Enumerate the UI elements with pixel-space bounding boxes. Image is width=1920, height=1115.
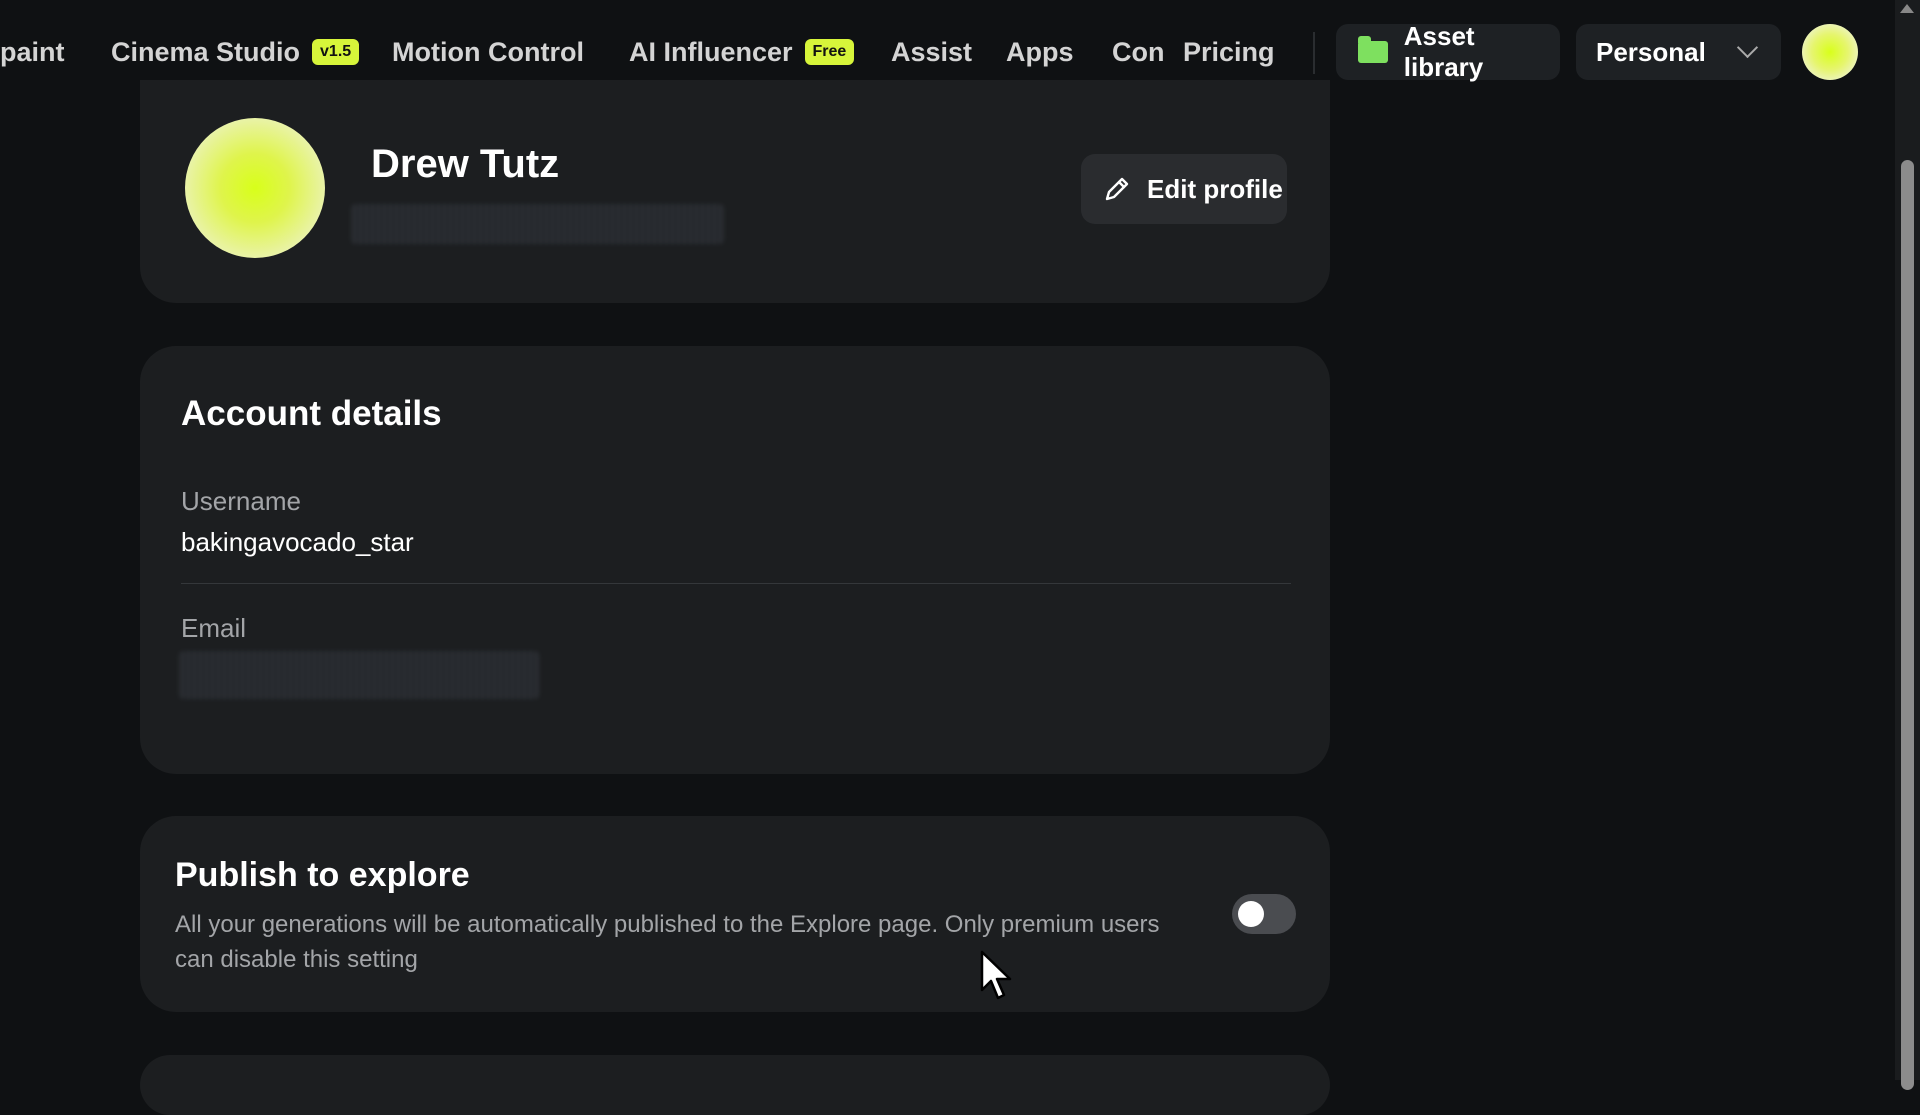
nav-item-cinema-studio[interactable]: Cinema Studio v1.5	[111, 28, 360, 76]
blurred-email-value	[178, 651, 540, 699]
edit-profile-button[interactable]: Edit profile	[1081, 154, 1287, 224]
nav-item-label: Assist	[891, 37, 973, 67]
profile-card: Drew Tutz Edit profile	[140, 80, 1330, 303]
publish-title: Publish to explore	[175, 856, 470, 894]
nav-item-apps[interactable]: Apps	[1006, 28, 1074, 76]
nav-item-motion-control[interactable]: Motion Control	[392, 28, 584, 76]
workspace-label: Personal	[1596, 36, 1706, 67]
email-label: Email	[181, 613, 247, 643]
nav-item-label: Motion Control	[392, 37, 584, 67]
blurred-subtitle	[350, 204, 725, 244]
username-label: Username	[181, 486, 301, 516]
nav-item-inpaint[interactable]: paint	[0, 28, 65, 76]
vertical-scrollbar[interactable]	[1895, 0, 1920, 1090]
nav-item-pricing[interactable]: Pricing	[1183, 28, 1275, 76]
edit-profile-label: Edit profile	[1147, 173, 1283, 204]
toggle-knob	[1238, 901, 1264, 927]
nav-item-label: Pricing	[1183, 37, 1275, 67]
version-badge: v1.5	[312, 39, 360, 65]
nav-item-label: Apps	[1006, 37, 1074, 67]
nav-item-label: paint	[0, 37, 65, 67]
scroll-thumb[interactable]	[1901, 160, 1914, 1090]
divider	[181, 583, 1291, 584]
nav-item-ai-influencer[interactable]: AI Influencer Free	[629, 28, 855, 76]
publish-description: All your generations will be automatical…	[175, 911, 1160, 973]
profile-avatar	[185, 118, 325, 258]
publish-to-explore-card: Publish to explore All your generations …	[140, 816, 1330, 1012]
nav-item-community[interactable]: Con	[1112, 28, 1163, 76]
pencil-icon	[1105, 177, 1129, 201]
nav-item-assist[interactable]: Assist	[891, 28, 972, 76]
profile-name: Drew Tutz	[371, 142, 560, 186]
user-avatar[interactable]	[1802, 24, 1858, 80]
account-details-card: Account details Username bakingavocado_s…	[140, 346, 1330, 774]
nav-item-label: Con	[1112, 37, 1163, 67]
folder-icon	[1358, 36, 1388, 63]
chevron-down-icon	[1736, 36, 1759, 59]
publish-toggle[interactable]	[1232, 894, 1296, 934]
mouse-cursor-icon	[980, 950, 1012, 1000]
next-settings-card	[140, 1055, 1330, 1115]
workspace-selector[interactable]: Personal	[1576, 24, 1781, 80]
username-value: bakingavocado_star	[181, 527, 414, 557]
scroll-up-arrow-icon[interactable]	[1900, 4, 1914, 13]
section-title: Account details	[181, 394, 442, 433]
nav-item-label: AI Influencer	[629, 37, 793, 67]
asset-library-label: Asset library	[1403, 21, 1484, 82]
free-badge: Free	[804, 39, 855, 65]
nav-divider	[1313, 32, 1315, 74]
asset-library-button[interactable]: Asset library	[1336, 21, 1560, 82]
nav-item-label: Cinema Studio	[111, 37, 301, 67]
